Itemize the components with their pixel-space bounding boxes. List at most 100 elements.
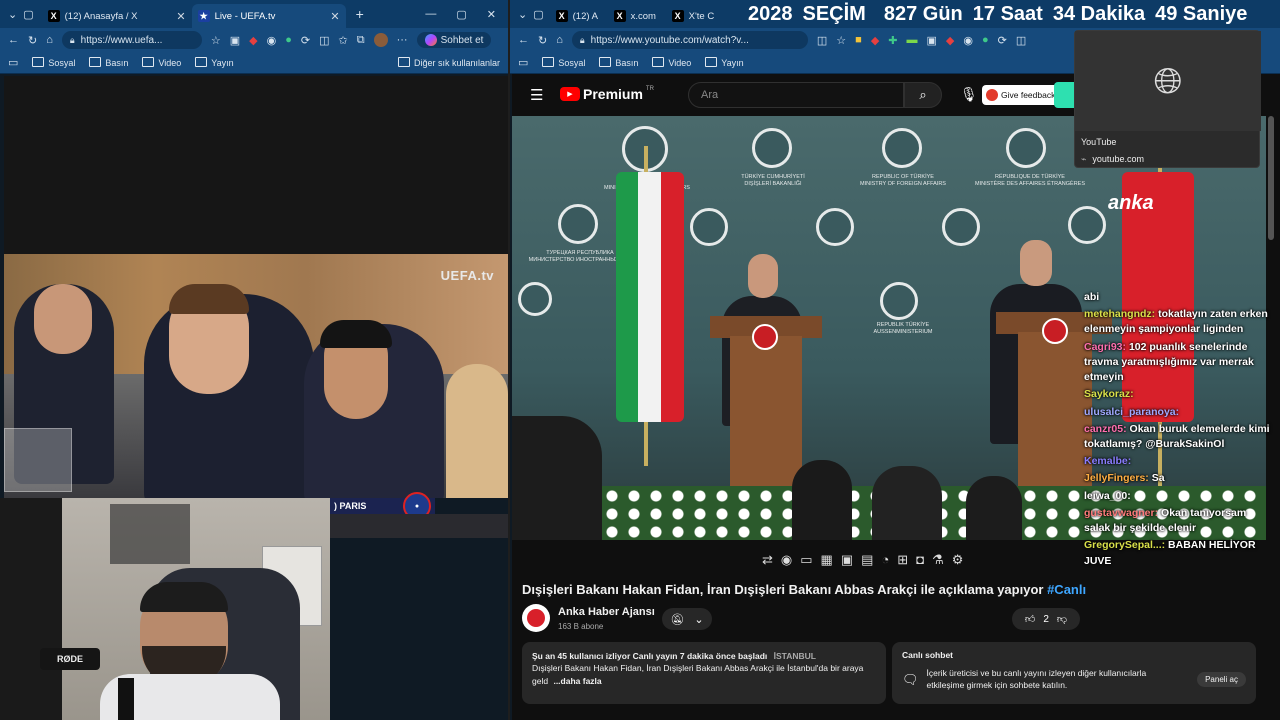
tab-x-home[interactable]: X (12) Anasayfa / X ✕	[42, 4, 192, 28]
url-field[interactable]: 🔒︎ https://www.uefa...	[61, 31, 202, 49]
seal-caption: TÜRKİYE CUMHURİYETİ DIŞİŞLERİ BAKANLIĞI	[741, 174, 805, 188]
refresh-extension-icon[interactable]: ⟳	[998, 34, 1007, 47]
bookmark-folder-video[interactable]: Video	[142, 57, 181, 68]
maximize-icon[interactable]: ▢	[456, 8, 466, 21]
other-favorites-folder[interactable]: Diğer sık kullanılanlar	[398, 57, 500, 68]
refresh-extension-icon[interactable]: ⟳	[301, 34, 310, 47]
extension-icon[interactable]: ◆	[871, 34, 879, 47]
extension-icon[interactable]: ■	[855, 34, 862, 46]
page-scrollbar[interactable]	[1268, 116, 1274, 240]
extension-icon[interactable]: ▬	[907, 34, 918, 46]
open-panel-button[interactable]: Paneli aç	[1197, 672, 1246, 688]
bookmark-folder-sosyal[interactable]: Sosyal	[542, 57, 585, 68]
workspaces-icon[interactable]: ▢	[23, 8, 41, 21]
close-window-icon[interactable]: ✕	[487, 8, 496, 21]
loop-icon[interactable]: ⇄	[762, 552, 773, 568]
split-screen-icon[interactable]: ◫	[319, 34, 329, 47]
bookmark-folder-basin[interactable]: Basın	[599, 57, 638, 68]
extension-icon[interactable]: ✚	[888, 34, 897, 47]
thumbs-down-icon: 👎︎	[1056, 614, 1068, 625]
youtube-logo[interactable]: ▶ Premium TR	[560, 86, 654, 102]
live-broadcast-icon[interactable]: ◉	[781, 552, 792, 568]
split-screen-icon[interactable]: ◫	[817, 34, 827, 47]
avatar[interactable]	[373, 33, 388, 47]
youtube-play-icon: ▶	[560, 87, 580, 101]
uefa-video-player[interactable]: UEFA.tv	[4, 254, 508, 498]
chat-username: Kemalbe:	[1084, 455, 1132, 468]
extension-icon[interactable]: ▣	[927, 34, 937, 47]
extension-icon[interactable]: ◆	[249, 34, 257, 47]
back-icon[interactable]: ←	[518, 34, 529, 46]
settings-gear-icon[interactable]: ⚙	[952, 552, 964, 568]
extension-icon[interactable]: ●	[285, 34, 292, 46]
favorites-icon[interactable]: ✩	[339, 34, 348, 47]
tab-uefa-live[interactable]: ★ Live - UEFA.tv ✕	[191, 4, 346, 28]
clapperboard-icon[interactable]: ▦	[821, 552, 833, 568]
ministry-seal	[1006, 128, 1046, 168]
search-button[interactable]: ⌕	[904, 82, 942, 108]
search-input[interactable]: Ara	[688, 82, 904, 108]
add-icon[interactable]: ⊞	[897, 552, 908, 568]
refresh-icon[interactable]: ↻	[28, 34, 37, 47]
give-feedback-button[interactable]: Give feedback	[982, 85, 1060, 105]
favorite-star-icon[interactable]: ☆	[836, 34, 846, 47]
tab-actions-icon[interactable]: ⌄	[0, 8, 23, 21]
picture-icon[interactable]: ▣	[841, 552, 853, 568]
split-screen-icon[interactable]: ◫	[1016, 34, 1026, 47]
channel-avatar[interactable]	[522, 604, 550, 632]
popup-site-name: YouTube	[1081, 137, 1117, 147]
close-tab-icon[interactable]: ✕	[176, 10, 185, 23]
extension-icon[interactable]: ◆	[946, 34, 954, 47]
hashtag-link[interactable]: #Canlı	[1047, 582, 1086, 597]
reading-list-icon[interactable]: ▭	[518, 56, 528, 69]
show-more-link[interactable]: ...daha fazla	[553, 676, 601, 686]
extension-icon[interactable]: ▣	[230, 34, 240, 47]
url-field[interactable]: 🔒︎ https://www.youtube.com/watch?v...	[571, 31, 808, 49]
experiment-icon[interactable]: ⚗	[932, 552, 944, 568]
uefa-watermark: UEFA.tv	[440, 268, 494, 283]
hamburger-menu-icon[interactable]: ☰	[530, 86, 543, 104]
globe-icon: 🌐︎	[1153, 59, 1183, 101]
screenshot-icon[interactable]: ◘	[916, 552, 924, 568]
bookmark-folder-sosyal[interactable]: Sosyal	[32, 57, 75, 68]
subtitles-icon[interactable]: ▤	[861, 552, 873, 568]
x-icon: X	[613, 10, 626, 22]
reading-list-icon[interactable]: ▭	[8, 56, 18, 69]
like-dislike-button[interactable]: 👍︎ 2 👎︎	[1012, 608, 1080, 630]
home-icon[interactable]: ⌂	[46, 34, 53, 46]
notification-bell-button[interactable]: 🔕︎ ⌄	[662, 608, 712, 630]
webcam-dark-edge	[0, 498, 62, 720]
refresh-icon[interactable]: ↻	[538, 34, 547, 47]
description-text: Dışişleri Bakanı Hakan Fidan, İran Dışiş…	[532, 663, 864, 686]
bookmark-folder-yayin[interactable]: Yayın	[705, 57, 743, 68]
lectern-seal	[1042, 318, 1068, 344]
new-tab-icon[interactable]: +	[346, 6, 374, 22]
tab-x-2[interactable]: X x.com	[608, 4, 666, 28]
audience-head	[792, 460, 852, 540]
microphone-icon[interactable]: 🎙︎	[960, 86, 978, 103]
description-box[interactable]: Şu an 45 kullanıcı izliyor Canlı yayın 7…	[522, 642, 886, 704]
minimize-icon[interactable]: —	[425, 8, 436, 21]
collections-icon[interactable]: ⧉	[357, 34, 365, 47]
chat-message: JellyFingers: Sa	[1084, 471, 1274, 486]
extension-icon[interactable]: ●	[982, 34, 989, 46]
bookmark-folder-basin[interactable]: Basın	[89, 57, 128, 68]
back-icon[interactable]: ←	[8, 34, 19, 46]
favorite-star-icon[interactable]: ☆	[211, 34, 221, 47]
close-tab-icon[interactable]: ✕	[330, 10, 339, 23]
tab-actions-icon[interactable]: ⌄	[510, 8, 533, 21]
bookmark-folder-video[interactable]: Video	[652, 57, 691, 68]
cast-icon[interactable]: ▭	[800, 552, 812, 568]
bookmark-folder-yayin[interactable]: Yayın	[195, 57, 233, 68]
tab-x-1[interactable]: X (12) A	[550, 4, 608, 28]
speed-icon[interactable]: ◔	[881, 552, 889, 568]
workspaces-icon[interactable]: ▢	[533, 8, 549, 21]
tab-x-3[interactable]: X X'te C	[666, 4, 724, 28]
extension-icon[interactable]: ◉	[267, 34, 277, 47]
chat-button[interactable]: Sohbet et	[416, 32, 492, 48]
more-icon[interactable]: ···	[397, 34, 408, 46]
chat-message: ulusalci_paranoya:	[1084, 405, 1274, 420]
extension-icon[interactable]: ◉	[963, 34, 973, 47]
home-icon[interactable]: ⌂	[556, 34, 563, 46]
channel-name[interactable]: Anka Haber Ajansı	[558, 606, 655, 618]
